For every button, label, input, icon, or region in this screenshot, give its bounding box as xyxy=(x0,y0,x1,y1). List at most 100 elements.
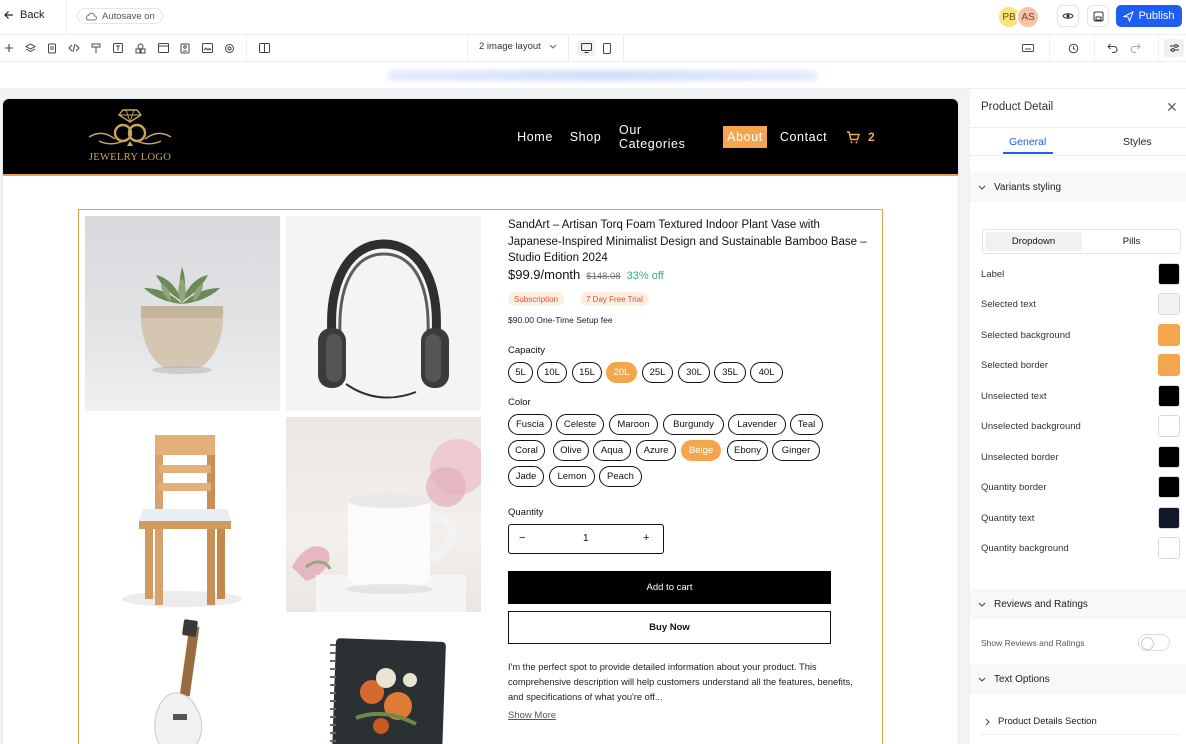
code-icon xyxy=(68,43,80,53)
notebook-illustration xyxy=(330,638,446,744)
color-swatch[interactable] xyxy=(1158,263,1180,285)
color-swatch[interactable] xyxy=(1158,507,1180,529)
text-options-section[interactable]: Text Options xyxy=(970,664,1186,694)
shapes-button[interactable] xyxy=(133,41,147,55)
preview-button[interactable] xyxy=(1057,5,1079,27)
browser-icon xyxy=(157,43,169,53)
capacity-option-selected[interactable]: 20L xyxy=(606,362,637,383)
color-swatch[interactable] xyxy=(1158,537,1180,559)
color-swatch[interactable] xyxy=(1158,446,1180,468)
close-icon[interactable]: ✕ xyxy=(1166,99,1178,116)
forms-button[interactable] xyxy=(178,41,192,55)
color-option[interactable]: Teal xyxy=(790,414,823,435)
color-swatch[interactable] xyxy=(1158,415,1180,437)
layout-select[interactable]: 2 image layout xyxy=(479,41,557,52)
color-option[interactable]: Celeste xyxy=(556,414,604,435)
code-button[interactable] xyxy=(67,41,81,55)
product-image-headphones[interactable] xyxy=(286,216,481,411)
color-option[interactable]: Coral xyxy=(508,440,545,461)
tab-general[interactable]: General xyxy=(1009,136,1046,148)
color-swatch[interactable] xyxy=(1158,385,1180,407)
layers-button[interactable] xyxy=(23,41,37,55)
integrations-button[interactable] xyxy=(222,41,236,55)
dropdown-mode-button[interactable]: Dropdown xyxy=(985,232,1082,251)
variants-styling-section[interactable]: Variants styling xyxy=(970,172,1186,202)
color-swatch[interactable] xyxy=(1158,476,1180,498)
text-button[interactable] xyxy=(111,41,125,55)
save-button[interactable] xyxy=(1087,5,1109,27)
nav-about[interactable]: About xyxy=(723,126,767,148)
color-option[interactable]: Aqua xyxy=(593,440,631,461)
color-option[interactable]: Jade xyxy=(508,466,544,487)
redo-button[interactable] xyxy=(1128,41,1142,55)
color-option-selected[interactable]: Beige xyxy=(681,440,721,461)
color-option[interactable]: Fuscia xyxy=(508,414,552,435)
reviews-ratings-section[interactable]: Reviews and Ratings xyxy=(970,589,1186,619)
history-button[interactable] xyxy=(1066,41,1080,55)
show-more-link[interactable]: Show More xyxy=(508,710,556,721)
color-option[interactable]: Maroon xyxy=(609,414,658,435)
product-image-chair[interactable] xyxy=(85,417,280,612)
settings-panel-button[interactable] xyxy=(1164,39,1184,57)
pages-button[interactable] xyxy=(45,41,59,55)
capacity-option[interactable]: 25L xyxy=(642,362,673,383)
capacity-option[interactable]: 30L xyxy=(678,362,710,383)
columns-button[interactable] xyxy=(257,41,271,55)
product-details-subsection[interactable]: Product Details Section xyxy=(981,709,1181,735)
nav-contact[interactable]: Contact xyxy=(780,126,827,148)
media-button[interactable] xyxy=(200,41,214,55)
keyboard-button[interactable] xyxy=(1021,41,1035,55)
tab-styles[interactable]: Styles xyxy=(1123,136,1152,148)
color-option[interactable]: Lemon xyxy=(549,466,595,487)
color-option[interactable]: Burgundy xyxy=(663,414,724,435)
color-swatch[interactable] xyxy=(1158,354,1180,376)
nav-shop[interactable]: Shop xyxy=(570,126,601,148)
pills-mode-button[interactable]: Pills xyxy=(1083,232,1180,251)
color-option[interactable]: Ginger xyxy=(772,440,820,461)
color-option[interactable]: Ebony xyxy=(727,440,768,461)
capacity-option[interactable]: 5L xyxy=(508,362,533,383)
color-option[interactable]: Peach xyxy=(599,466,642,487)
product-image-plant[interactable] xyxy=(85,216,280,411)
capacity-option[interactable]: 10L xyxy=(537,362,567,383)
color-swatch[interactable] xyxy=(1158,324,1180,346)
layout-button[interactable] xyxy=(156,41,170,55)
product-image-mug[interactable] xyxy=(286,417,481,612)
avatar[interactable]: AS xyxy=(1016,5,1040,29)
product-image-guitar[interactable] xyxy=(85,618,280,744)
plus-icon[interactable]: + xyxy=(643,532,649,544)
product-image-notebook[interactable] xyxy=(286,618,481,744)
eye-icon xyxy=(1062,13,1074,19)
paint-button[interactable] xyxy=(89,41,103,55)
mobile-view-button[interactable] xyxy=(600,41,614,55)
desktop-view-button[interactable] xyxy=(577,40,595,56)
cart-icon xyxy=(847,130,860,143)
minus-icon[interactable]: − xyxy=(519,532,525,544)
nav-our-categories[interactable]: Our Categories xyxy=(619,123,708,151)
capacity-option[interactable]: 35L xyxy=(714,362,746,383)
text-icon xyxy=(113,43,123,53)
nav-home[interactable]: Home xyxy=(517,126,552,148)
back-button[interactable]: Back xyxy=(4,9,44,21)
add-element-button[interactable] xyxy=(2,41,16,55)
buy-now-button[interactable]: Buy Now xyxy=(508,611,831,644)
blurred-url[interactable] xyxy=(388,70,818,81)
capacity-option[interactable]: 15L xyxy=(572,362,602,383)
color-option[interactable]: Olive xyxy=(553,440,589,461)
product-detail-block[interactable]: SandArt – Artisan Torq Foam Textured Ind… xyxy=(78,209,883,744)
color-option[interactable]: Lavender xyxy=(728,414,786,435)
site-logo[interactable]: JEWELRY LOGO xyxy=(85,107,175,167)
quantity-value[interactable]: 1 xyxy=(583,533,589,544)
publish-button[interactable]: Publish xyxy=(1116,5,1182,27)
color-swatch[interactable] xyxy=(1158,293,1180,315)
capacity-option[interactable]: 40L xyxy=(750,362,783,383)
show-reviews-toggle[interactable] xyxy=(1138,634,1170,651)
add-to-cart-button[interactable]: Add to cart xyxy=(508,571,831,604)
autosave-badge[interactable]: Autosave on xyxy=(77,8,163,24)
undo-button[interactable] xyxy=(1105,41,1119,55)
cart-button[interactable]: 2 xyxy=(846,130,875,144)
color-option[interactable]: Azure xyxy=(636,440,676,461)
divider xyxy=(1049,35,1050,62)
image-icon xyxy=(201,43,213,53)
keyboard-icon xyxy=(1022,44,1034,52)
